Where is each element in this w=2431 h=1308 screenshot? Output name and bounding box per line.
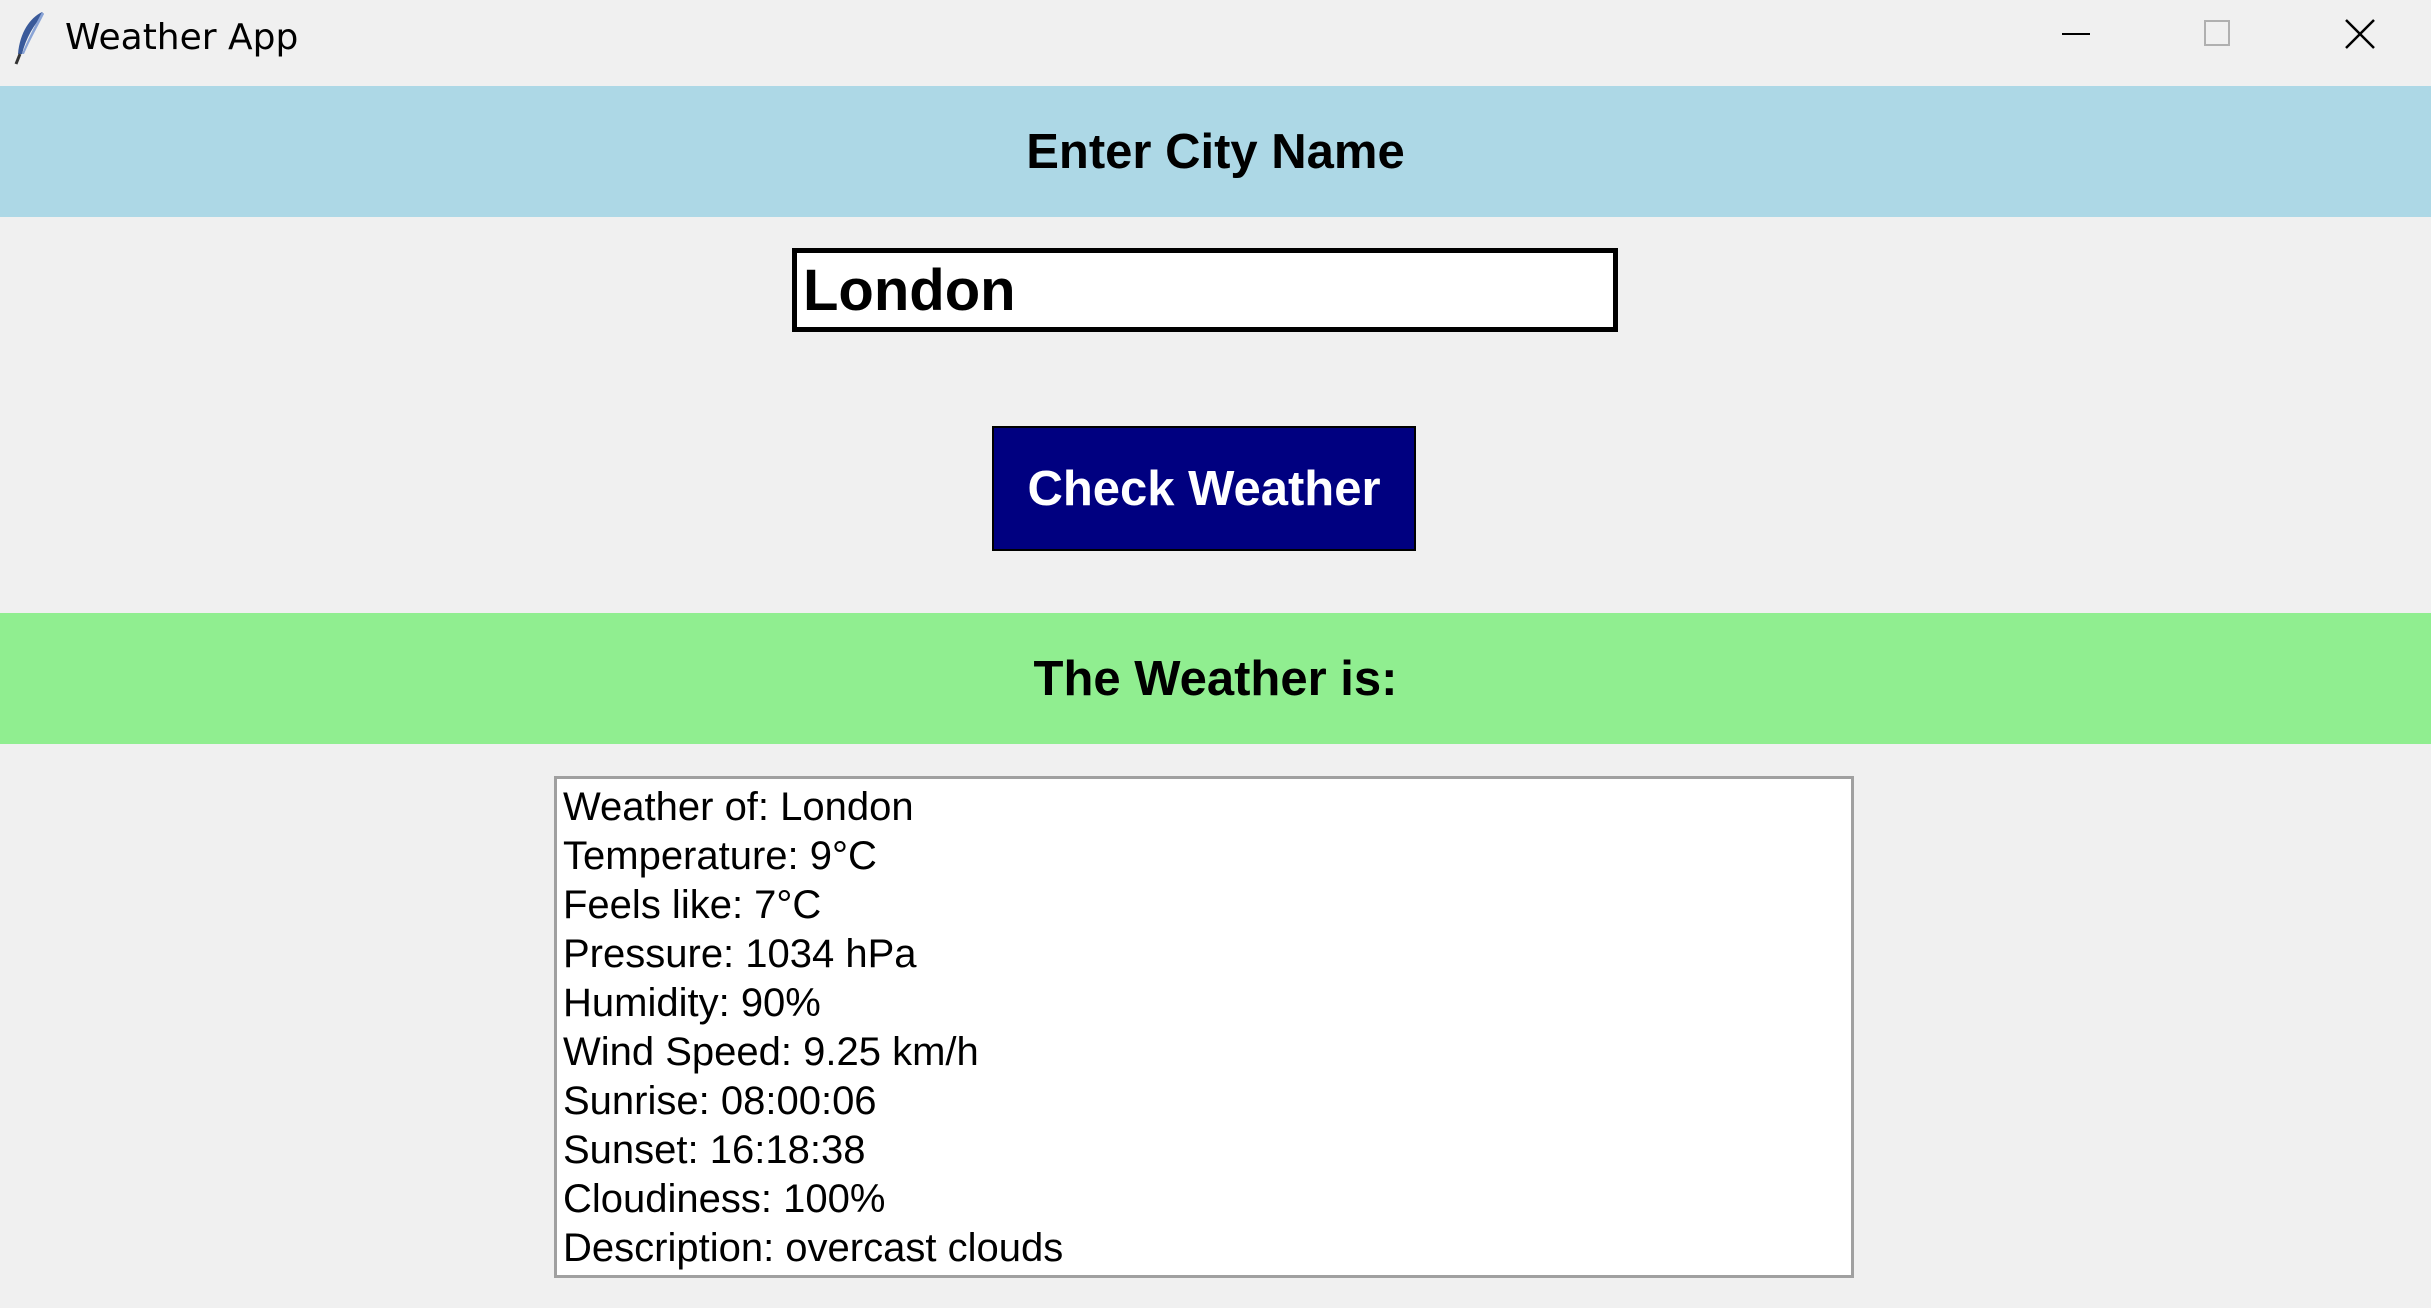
minimize-button[interactable] <box>2006 0 2146 72</box>
window-title: Weather App <box>65 17 299 58</box>
result-line: Wind Speed: 9.25 km/h <box>563 1030 979 1074</box>
feather-icon <box>12 10 48 66</box>
city-heading: Enter City Name <box>0 86 2431 217</box>
maximize-icon <box>2203 19 2233 54</box>
weather-result-text[interactable]: Weather of: London Temperature: 9°C Feel… <box>554 776 1854 1278</box>
result-line: Feels like: 7°C <box>563 883 822 927</box>
city-input[interactable] <box>792 248 1618 332</box>
minimize-icon <box>2061 19 2091 54</box>
check-weather-button[interactable]: Check Weather <box>992 426 1416 551</box>
title-bar: Weather App <box>0 0 2431 86</box>
result-line: Temperature: 9°C <box>563 834 877 878</box>
result-line: Sunset: 16:18:38 <box>563 1128 866 1172</box>
result-line: Humidity: 90% <box>563 981 821 1025</box>
weather-heading: The Weather is: <box>0 613 2431 744</box>
result-line: Cloudiness: 100% <box>563 1177 886 1221</box>
close-button[interactable] <box>2290 0 2430 72</box>
result-line: Weather of: London <box>563 785 914 829</box>
result-line: Pressure: 1034 hPa <box>563 932 917 976</box>
result-line: Sunrise: 08:00:06 <box>563 1079 877 1123</box>
maximize-button[interactable] <box>2148 0 2288 72</box>
close-icon <box>2344 18 2376 55</box>
result-line: Description: overcast clouds <box>563 1226 1064 1270</box>
